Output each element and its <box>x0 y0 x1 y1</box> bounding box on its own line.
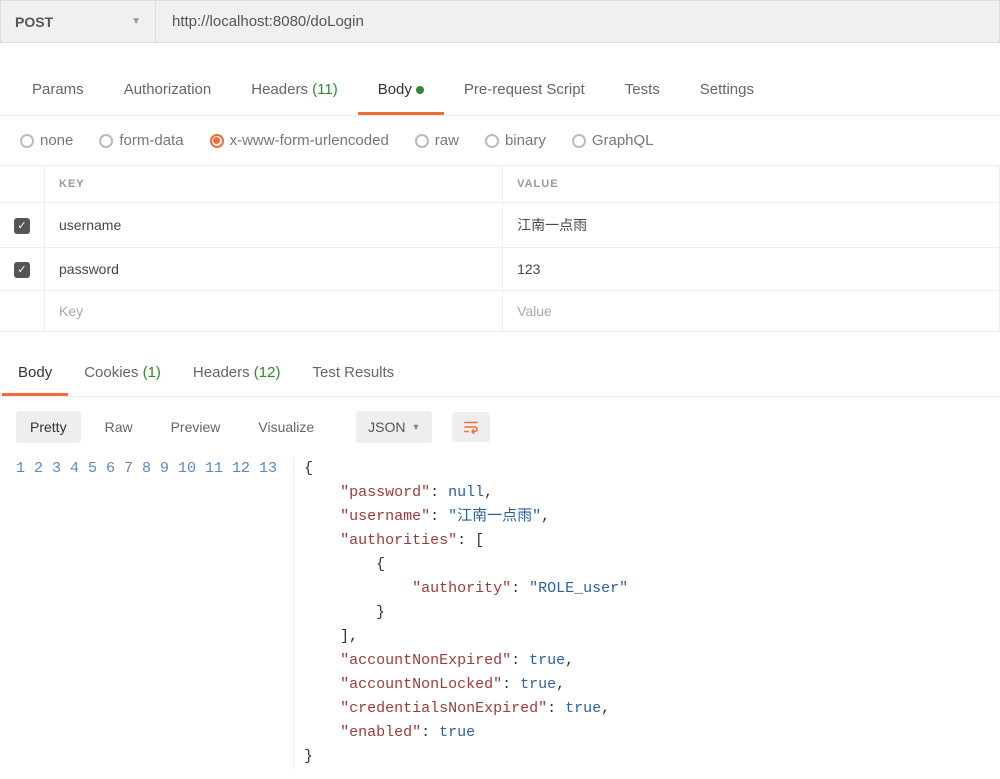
table-row: ✓ password 123 <box>0 248 1000 291</box>
method-label: POST <box>15 14 53 30</box>
tab-settings[interactable]: Settings <box>680 67 774 115</box>
response-tabs: Body Cookies (1) Headers (12) Test Resul… <box>0 352 1000 397</box>
radio-urlencoded[interactable]: x-www-form-urlencoded <box>210 132 389 149</box>
radio-icon <box>415 134 429 148</box>
key-cell[interactable]: username <box>45 203 503 248</box>
key-placeholder[interactable]: Key <box>45 290 503 331</box>
radio-icon <box>99 134 113 148</box>
value-header: VALUE <box>503 166 1000 203</box>
body-params-table: KEY VALUE ✓ username 江南一点雨 ✓ password 12… <box>0 165 1000 332</box>
radio-raw[interactable]: raw <box>415 132 459 149</box>
radio-icon <box>20 134 34 148</box>
body-type-radios: none form-data x-www-form-urlencoded raw… <box>0 116 1000 165</box>
url-input[interactable] <box>156 1 999 42</box>
radio-icon <box>485 134 499 148</box>
row-checkbox[interactable]: ✓ <box>14 218 30 234</box>
radio-icon <box>210 134 224 148</box>
format-select[interactable]: JSON ▼ <box>356 411 432 443</box>
tab-prerequest[interactable]: Pre-request Script <box>444 67 605 115</box>
line-numbers: 1 2 3 4 5 6 7 8 9 10 11 12 13 <box>16 457 293 769</box>
tab-headers[interactable]: Headers (11) <box>231 67 357 115</box>
request-bar: POST ▼ <box>0 0 1000 43</box>
response-view-toolbar: Pretty Raw Preview Visualize JSON ▼ <box>0 397 1000 457</box>
request-tabs: Params Authorization Headers (11) Body P… <box>0 67 1000 116</box>
chevron-down-icon: ▼ <box>131 16 141 27</box>
radio-icon <box>572 134 586 148</box>
radio-graphql[interactable]: GraphQL <box>572 132 654 149</box>
value-cell[interactable]: 123 <box>503 248 1000 291</box>
resp-tab-headers[interactable]: Headers (12) <box>177 352 297 396</box>
radio-formdata[interactable]: form-data <box>99 132 183 149</box>
response-code: 1 2 3 4 5 6 7 8 9 10 11 12 13 { "passwor… <box>0 457 1000 779</box>
tab-body[interactable]: Body <box>358 67 444 115</box>
value-cell[interactable]: 江南一点雨 <box>503 203 1000 248</box>
key-cell[interactable]: password <box>45 248 503 291</box>
radio-none[interactable]: none <box>20 132 73 149</box>
row-checkbox[interactable]: ✓ <box>14 262 30 278</box>
tab-tests[interactable]: Tests <box>605 67 680 115</box>
view-preview-button[interactable]: Preview <box>157 411 235 443</box>
view-pretty-button[interactable]: Pretty <box>16 411 81 443</box>
tab-params[interactable]: Params <box>12 67 104 115</box>
table-row: ✓ username 江南一点雨 <box>0 203 1000 248</box>
view-visualize-button[interactable]: Visualize <box>244 411 328 443</box>
resp-tab-testresults[interactable]: Test Results <box>296 352 410 396</box>
body-active-dot-icon <box>416 86 424 94</box>
tab-authorization[interactable]: Authorization <box>104 67 232 115</box>
checkbox-header <box>0 166 45 203</box>
value-placeholder[interactable]: Value <box>503 290 1000 331</box>
headers-count-badge: (11) <box>312 81 338 98</box>
method-select[interactable]: POST ▼ <box>1 1 156 42</box>
key-header: KEY <box>45 166 503 203</box>
code-content[interactable]: { "password": null, "username": "江南一点雨",… <box>293 457 1000 769</box>
table-row-empty: Key Value <box>0 290 1000 331</box>
wrap-icon <box>462 418 480 436</box>
radio-binary[interactable]: binary <box>485 132 546 149</box>
view-raw-button[interactable]: Raw <box>91 411 147 443</box>
resp-tab-cookies[interactable]: Cookies (1) <box>68 352 177 396</box>
resp-tab-body[interactable]: Body <box>2 352 68 396</box>
chevron-down-icon: ▼ <box>412 422 421 432</box>
wrap-lines-button[interactable] <box>452 412 490 442</box>
